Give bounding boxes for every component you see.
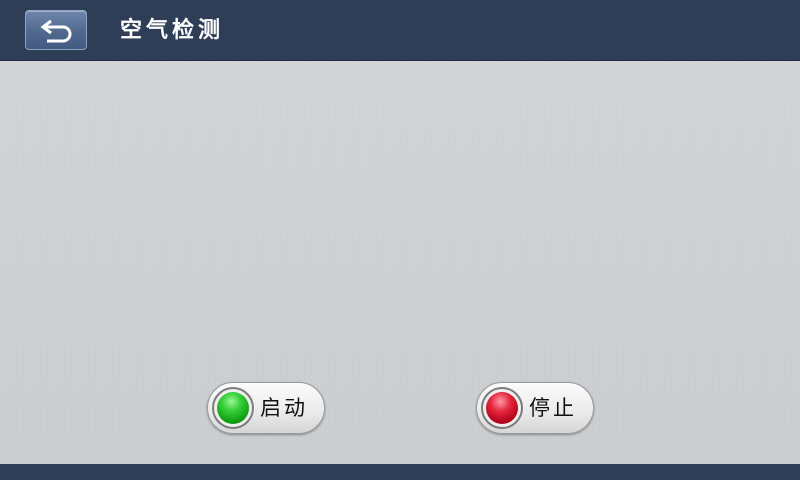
return-arrow-icon xyxy=(40,19,72,43)
footer-bar xyxy=(0,464,800,480)
page-title: 空气检测 xyxy=(120,17,225,43)
red-led-core xyxy=(486,392,518,424)
green-led-icon xyxy=(212,387,254,429)
header-bar: 空气检测 xyxy=(0,0,800,61)
screen: 空气检测 启动 停止 xyxy=(0,0,800,480)
stop-button[interactable]: 停止 xyxy=(476,382,594,434)
stop-button-label: 停止 xyxy=(529,396,577,420)
start-button-label: 启动 xyxy=(260,396,308,420)
back-button[interactable] xyxy=(25,10,87,50)
green-led-core xyxy=(217,392,249,424)
start-button[interactable]: 启动 xyxy=(207,382,325,434)
red-led-icon xyxy=(481,387,523,429)
